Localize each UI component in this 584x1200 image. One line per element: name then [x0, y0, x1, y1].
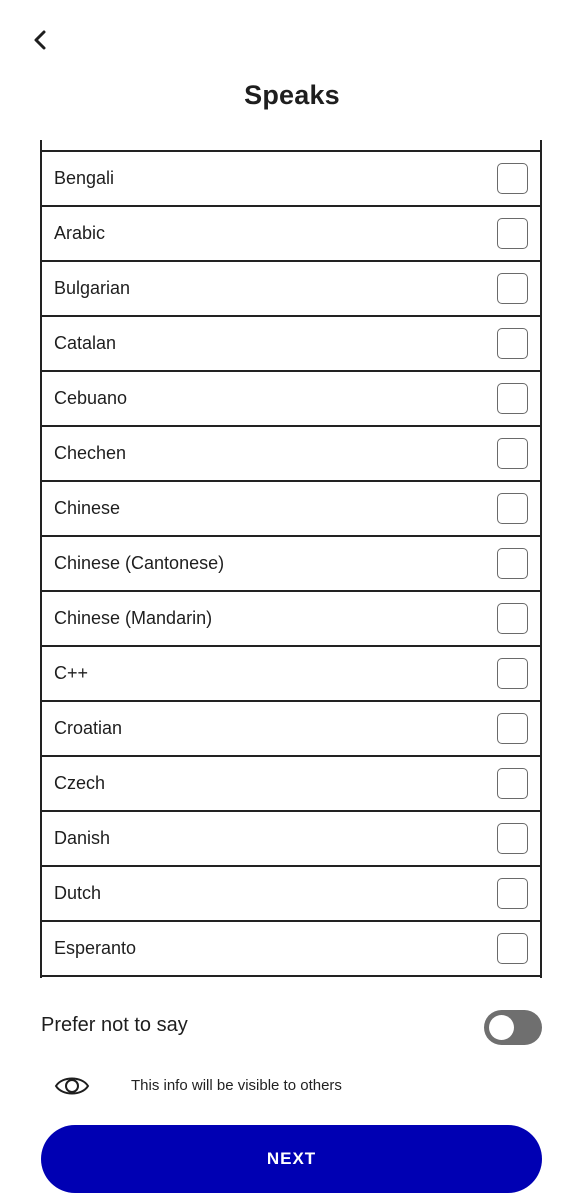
language-checkbox[interactable] — [497, 878, 528, 909]
language-row[interactable]: Chinese — [40, 480, 542, 537]
language-checkbox[interactable] — [497, 658, 528, 689]
prefer-not-to-say-toggle[interactable] — [484, 1010, 542, 1045]
language-checkbox[interactable] — [497, 493, 528, 524]
back-button[interactable] — [22, 22, 58, 58]
page-title: Speaks — [244, 80, 340, 110]
language-list[interactable]: Bengali Arabic Bulgarian Catalan Cebuano Chec… — [40, 140, 542, 978]
language-checkbox[interactable] — [497, 933, 528, 964]
language-checkbox[interactable] — [497, 823, 528, 854]
language-label: Czech — [54, 773, 106, 793]
language-checkbox[interactable] — [497, 328, 528, 359]
language-label: Chechen — [54, 443, 127, 463]
eye-icon — [54, 1077, 90, 1095]
language-label: Catalan — [54, 333, 117, 353]
chevron-left-icon — [34, 30, 46, 50]
language-checkbox[interactable] — [497, 383, 528, 414]
language-checkbox[interactable] — [497, 163, 528, 194]
language-row[interactable]: Czech — [40, 755, 542, 812]
next-button[interactable]: NEXT — [41, 1125, 542, 1193]
prefer-not-to-say-label: Prefer not to say — [41, 1014, 188, 1036]
language-label: Chinese (Cantonese) — [54, 553, 225, 573]
language-checkbox[interactable] — [497, 273, 528, 304]
language-label: Cebuano — [54, 388, 128, 408]
language-row[interactable]: Chinese (Cantonese) — [40, 535, 542, 592]
language-row[interactable]: Dutch — [40, 865, 542, 922]
language-row[interactable]: Bulgarian — [40, 260, 542, 317]
language-checkbox[interactable] — [497, 713, 528, 744]
language-checkbox[interactable] — [497, 438, 528, 469]
language-row[interactable]: Arabic — [40, 205, 542, 262]
language-label: Chinese (Mandarin) — [54, 608, 213, 628]
language-checkbox[interactable] — [497, 603, 528, 634]
visibility-note: This info will be visible to others — [131, 1077, 342, 1094]
language-label: Bengali — [54, 168, 115, 188]
language-label: C++ — [54, 663, 89, 683]
language-checkbox[interactable] — [497, 768, 528, 799]
language-row[interactable]: Chinese (Mandarin) — [40, 590, 542, 647]
language-label: Bulgarian — [54, 278, 131, 298]
language-label: Croatian — [54, 718, 123, 738]
language-row[interactable]: Chechen — [40, 425, 542, 482]
language-row[interactable]: Croatian — [40, 700, 542, 757]
language-label: Esperanto — [54, 938, 137, 958]
language-checkbox[interactable] — [497, 548, 528, 579]
language-row[interactable]: Catalan — [40, 315, 542, 372]
language-row[interactable]: Esperanto — [40, 920, 542, 977]
language-row[interactable]: Danish — [40, 810, 542, 867]
language-row[interactable]: Cebuano — [40, 370, 542, 427]
language-label: Danish — [54, 828, 111, 848]
toggle-knob — [489, 1015, 514, 1040]
language-label: Arabic — [54, 223, 106, 243]
language-row[interactable]: C++ — [40, 645, 542, 702]
language-label: Chinese — [54, 498, 121, 518]
language-label: Dutch — [54, 883, 102, 903]
language-row[interactable]: Bengali — [40, 150, 542, 207]
language-checkbox[interactable] — [497, 218, 528, 249]
